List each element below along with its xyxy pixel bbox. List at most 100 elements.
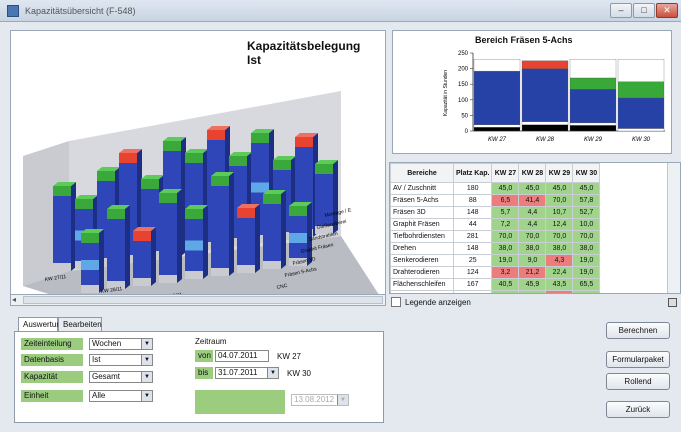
value-cell[interactable]: 19,0 <box>491 254 520 267</box>
von-date-input[interactable]: 04.07.2011 <box>215 350 269 362</box>
value-cell[interactable]: 19,0 <box>572 290 601 293</box>
value-cell[interactable]: 12,4 <box>545 218 574 231</box>
kapazitat-select[interactable]: Gesamt ▼ <box>89 371 153 383</box>
berechnen-button[interactable]: Berechnen <box>606 322 670 339</box>
capacity-table[interactable]: Bereiche Platz Kap. KW 27 KW 28 KW 29 KW 30 A… <box>389 162 681 294</box>
chevron-down-icon[interactable]: ▼ <box>141 339 152 349</box>
scrollbar-thumb[interactable] <box>23 296 383 304</box>
value-cell[interactable]: 41,4 <box>518 194 547 207</box>
bis-date-select[interactable]: 31.07.2011 ▼ <box>215 367 279 379</box>
tower-cap <box>133 231 151 241</box>
table-row[interactable]: Fräsen 5-Achs 88 6,5 41,4 70,0 57,8 <box>390 194 601 207</box>
column-header[interactable]: Platz Kap. <box>452 163 493 183</box>
close-button[interactable]: ✕ <box>656 3 678 18</box>
value-cell[interactable]: 9,0 <box>518 254 547 267</box>
value-cell[interactable]: 7,2 <box>491 218 520 231</box>
print-icon[interactable] <box>668 298 677 307</box>
value-cell[interactable]: 21,2 <box>518 266 547 279</box>
column-header[interactable]: Bereiche <box>390 163 454 183</box>
zeiteinteilung-select[interactable]: Wochen ▼ <box>89 338 153 350</box>
value-cell[interactable]: 22,4 <box>545 266 574 279</box>
value-cell[interactable]: 43,5 <box>545 278 574 291</box>
tower-base <box>133 278 151 286</box>
tower-cap <box>185 209 203 219</box>
minimize-button[interactable]: – <box>610 3 632 18</box>
chevron-down-icon[interactable]: ▼ <box>141 391 152 401</box>
value-cell[interactable]: 70,0 <box>518 230 547 243</box>
table-row[interactable]: Drehen 148 38,0 38,0 38,0 38,0 <box>390 242 601 255</box>
table-row[interactable]: Flächenschleifen 167 40,5 45,9 43,5 65,5 <box>390 278 601 291</box>
value-cell[interactable]: 3,2 <box>491 266 520 279</box>
tower-front <box>53 186 71 271</box>
legend-checkbox[interactable] <box>391 297 401 307</box>
table-row[interactable]: Senkerodieren 25 19,0 9,0 4,3 19,0 <box>390 254 601 267</box>
table-scrollbar[interactable] <box>667 163 680 293</box>
value-cell[interactable]: 10,7 <box>545 206 574 219</box>
value-cell[interactable]: 4,4 <box>518 206 547 219</box>
value-cell[interactable]: 18,0 <box>518 290 547 293</box>
column-header[interactable]: KW 30 <box>572 163 601 183</box>
column-header[interactable]: KW 28 <box>518 163 547 183</box>
tab-bearbeiten[interactable]: Bearbeiten <box>58 317 102 331</box>
value-cell[interactable]: 70,0 <box>545 230 574 243</box>
bar-segment <box>569 125 617 132</box>
chart-3d-scrollbar[interactable]: ◂ <box>10 294 386 306</box>
value-cell[interactable]: 45,0 <box>572 182 601 195</box>
value-cell[interactable]: 45,0 <box>545 182 574 195</box>
value-cell[interactable]: 10,0 <box>572 218 601 231</box>
tower-side <box>255 204 260 273</box>
tab-auswertung[interactable]: Auswertung <box>18 317 65 331</box>
chevron-down-icon[interactable]: ▼ <box>141 372 152 382</box>
value-cell[interactable]: 70,0 <box>545 194 574 207</box>
value-cell[interactable]: 38,0 <box>572 242 601 255</box>
capacity-3d-chart[interactable]: Kapazitätsbelegung Ist KW 27/11KW 28/11K… <box>10 30 386 306</box>
value-cell[interactable]: 45,0 <box>518 182 547 195</box>
value-cell[interactable]: 52,7 <box>572 206 601 219</box>
maximize-button[interactable]: □ <box>633 3 655 18</box>
legend-toggle[interactable]: Legende anzeigen <box>391 297 471 307</box>
column-header[interactable]: KW 27 <box>491 163 520 183</box>
column-header[interactable]: KW 29 <box>545 163 574 183</box>
value-cell[interactable]: 38,0 <box>518 242 547 255</box>
value-cell[interactable]: 70,0 <box>572 230 601 243</box>
table-row[interactable]: Graphit Fräsen 44 7,2 4,4 12,4 10,0 <box>390 218 601 231</box>
value-cell[interactable]: 4,4 <box>518 218 547 231</box>
rollend-button[interactable]: Rollend <box>606 373 670 390</box>
tower-side <box>203 205 208 279</box>
value-cell[interactable]: 19,0 <box>572 266 601 279</box>
value-cell[interactable]: 4,3 <box>545 254 574 267</box>
value-cell[interactable]: 19,0 <box>491 290 520 293</box>
capacity-cell: 148 <box>452 206 493 219</box>
tower-front <box>107 209 125 289</box>
bar-segment <box>521 121 569 125</box>
capacity-cell: 180 <box>452 182 493 195</box>
tower-cap <box>207 130 225 140</box>
table-row[interactable]: Fräsen 3D 148 5,7 4,4 10,7 52,7 <box>390 206 601 219</box>
value-cell[interactable]: 19,0 <box>572 254 601 267</box>
table-row[interactable]: AV / Zuschnitt 180 45,0 45,0 45,0 45,0 <box>390 182 601 195</box>
table-row[interactable]: Montage / Ein.4819,018,022,019,0 <box>390 290 601 293</box>
value-cell[interactable]: 45,9 <box>518 278 547 291</box>
value-cell[interactable]: 45,0 <box>491 182 520 195</box>
einheit-select[interactable]: Alle ▼ <box>89 390 153 402</box>
value-cell[interactable]: 65,5 <box>572 278 601 291</box>
formularpaket-button[interactable]: Formularpaket <box>606 351 670 368</box>
value-cell[interactable]: 70,0 <box>491 230 520 243</box>
value-cell[interactable]: 38,0 <box>545 242 574 255</box>
datenbasis-select[interactable]: Ist ▼ <box>89 354 153 366</box>
chevron-down-icon[interactable]: ▼ <box>141 355 152 365</box>
value-cell[interactable]: 22,0 <box>545 290 574 293</box>
value-cell[interactable]: 6,5 <box>491 194 520 207</box>
value-cell[interactable]: 57,8 <box>572 194 601 207</box>
value-cell[interactable]: 38,0 <box>491 242 520 255</box>
zurueck-button[interactable]: Zurück <box>606 401 670 418</box>
table-row[interactable]: Drahterodieren 124 3,2 21,2 22,4 19,0 <box>390 266 601 279</box>
row-label: Montage / Ein. <box>390 290 454 293</box>
tower-front <box>211 176 229 276</box>
value-cell[interactable]: 5,7 <box>491 206 520 219</box>
table-row[interactable]: Tiefbohrdiensten 281 70,0 70,0 70,0 70,0 <box>390 230 601 243</box>
value-cell[interactable]: 40,5 <box>491 278 520 291</box>
scroll-left-icon[interactable]: ◂ <box>12 295 16 304</box>
title-bar: Kapazitätsübersicht (F-548) – □ ✕ <box>0 0 681 22</box>
chevron-down-icon[interactable]: ▼ <box>267 368 278 378</box>
